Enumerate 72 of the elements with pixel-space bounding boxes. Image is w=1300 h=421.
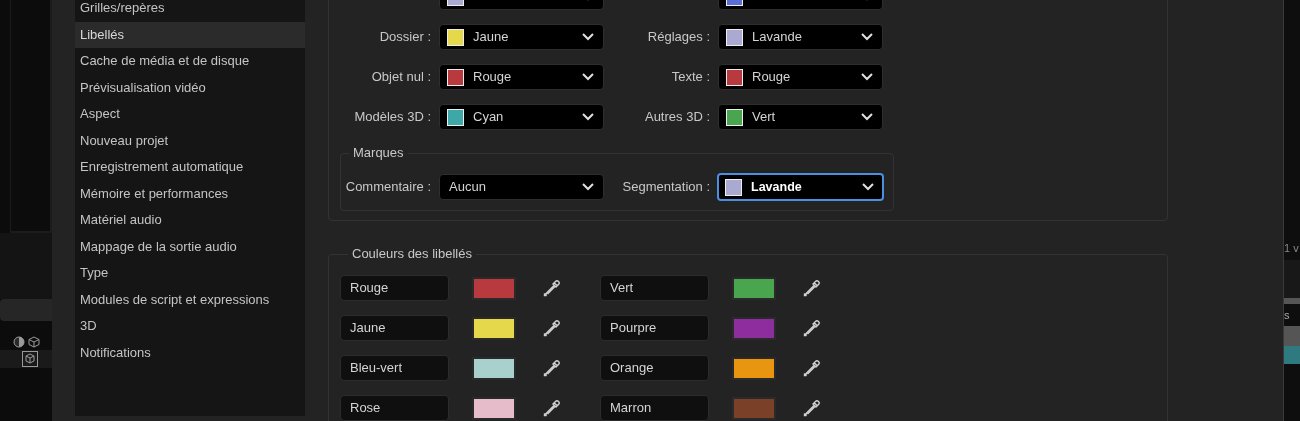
sidebar-item[interactable]: Libellés: [75, 21, 305, 48]
dropdown[interactable]: Lavande: [718, 24, 883, 50]
eyedropper-icon[interactable]: [803, 319, 820, 337]
sidebar-item[interactable]: Mémoire et performances: [75, 180, 305, 207]
chevron-icon: [862, 183, 874, 191]
field-label: Modèles 3D :: [353, 108, 432, 127]
name-field[interactable]: Bleu-vert: [340, 355, 449, 381]
half-circle-icon[interactable]: [13, 335, 25, 348]
chevron-icon: [582, 113, 594, 121]
dropdown[interactable]: Jaune: [439, 24, 604, 50]
chevron-icon: [582, 33, 594, 41]
eyedropper-icon[interactable]: [803, 359, 820, 377]
chevron-icon: [582, 183, 594, 191]
sidebar-item[interactable]: Modules de script et expressions: [75, 286, 305, 313]
eyedropper-icon[interactable]: [543, 279, 560, 297]
group-title: Couleurs des libellés: [351, 246, 473, 262]
field-label: Autres 3D :: [643, 108, 711, 127]
name-field[interactable]: Rose: [340, 395, 449, 421]
sidebar-item[interactable]: 3D: [75, 313, 305, 340]
name-field[interactable]: Marron: [600, 395, 709, 421]
sidebar-item[interactable]: Mappage de la sortie audio: [75, 233, 305, 260]
field-label: Commentaire :: [344, 178, 432, 197]
eyedropper-icon[interactable]: [543, 359, 560, 377]
field-label: Segmentation :: [621, 178, 711, 197]
dropdown[interactable]: Aucun: [439, 174, 604, 200]
sidebar-item[interactable]: Notifications: [75, 339, 305, 366]
field-label: Texte :: [670, 68, 711, 87]
dropdown[interactable]: Vert: [718, 104, 883, 130]
color-swatch[interactable]: [472, 316, 516, 340]
field-label: Dossier :: [378, 28, 432, 47]
eyedropper-icon[interactable]: [543, 319, 560, 337]
chevron-icon: [861, 73, 873, 81]
color-swatch[interactable]: [472, 276, 516, 300]
eyedropper-icon[interactable]: [803, 279, 820, 297]
eyedropper-icon[interactable]: [803, 399, 820, 417]
name-field[interactable]: Pourpre: [600, 315, 709, 341]
layer-bar: [1284, 326, 1300, 346]
sidebar-item[interactable]: Prévisualisation vidéo: [75, 74, 305, 101]
sidebar-item[interactable]: Matériel audio: [75, 207, 305, 234]
color-swatch[interactable]: [732, 316, 776, 340]
dropdown[interactable]: Cyan: [439, 104, 604, 130]
field-label: Objet nul :: [370, 68, 432, 87]
sidebar-item[interactable]: Cache de média et de disque: [75, 48, 305, 75]
group-title: Marques: [352, 145, 405, 161]
name-field[interactable]: Jaune: [340, 315, 449, 341]
field-label: Réglages :: [646, 28, 711, 47]
color-swatch[interactable]: [732, 356, 776, 380]
eyedropper-icon[interactable]: [543, 399, 560, 417]
chevron-icon: [582, 73, 594, 81]
color-swatch[interactable]: [732, 276, 776, 300]
color-swatch[interactable]: [732, 396, 776, 420]
chevron-icon: [861, 113, 873, 121]
dropdown[interactable]: Rouge: [718, 64, 883, 90]
sidebar-item[interactable]: Aspect: [75, 101, 305, 128]
layer-bar: [1284, 346, 1300, 364]
cube-icon[interactable]: [28, 335, 40, 348]
name-field[interactable]: Rouge: [340, 275, 449, 301]
dropdown[interactable]: Lavande: [717, 173, 884, 201]
chevron-icon: [861, 33, 873, 41]
dropdown[interactable]: Rouge: [439, 64, 604, 90]
panel-text: s: [1284, 308, 1291, 323]
sidebar-item[interactable]: Grilles/repères: [75, 0, 305, 22]
name-field[interactable]: Orange: [600, 355, 709, 381]
sidebar-item[interactable]: Enregistrement automatique: [75, 154, 305, 181]
divider-bar: [1284, 298, 1300, 304]
sidebar-item[interactable]: Type: [75, 260, 305, 287]
cube-icon[interactable]: [22, 351, 38, 367]
color-swatch[interactable]: [472, 396, 516, 420]
sidebar-item[interactable]: Nouveau projet: [75, 127, 305, 154]
color-swatch[interactable]: [472, 356, 516, 380]
name-field[interactable]: Vert: [600, 275, 709, 301]
panel-text: 1 v: [1284, 241, 1300, 256]
